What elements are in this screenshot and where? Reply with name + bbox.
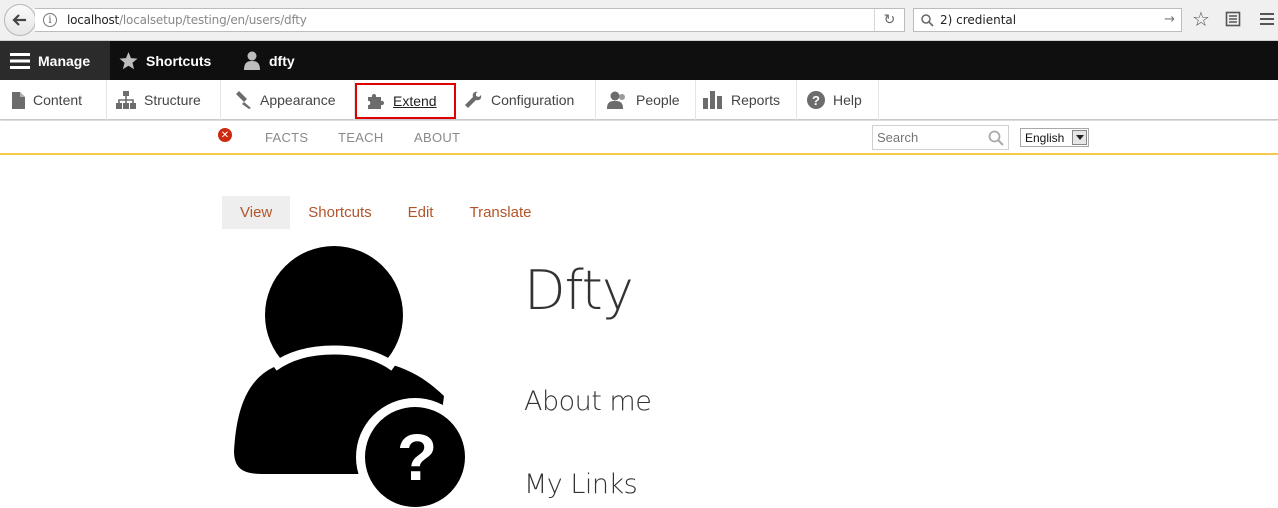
tab-shortcuts[interactable]: Shortcuts — [308, 196, 371, 229]
tray-label-reports: Reports — [731, 92, 781, 108]
star-icon — [119, 51, 138, 70]
back-button[interactable] — [4, 4, 36, 36]
sitemap-icon — [116, 91, 136, 109]
admin-toolbar: Manage Shortcuts dfty — [0, 41, 1278, 80]
nav-link-facts[interactable]: FACTS — [265, 130, 308, 145]
tray-label-help: Help — [833, 92, 862, 108]
site-header: ✕ FACTS TEACH ABOUT English — [0, 121, 1278, 155]
search-icon — [921, 13, 934, 27]
user-tab[interactable]: dfty — [243, 41, 295, 80]
user-tabs: View Shortcuts Edit Translate — [222, 196, 531, 229]
user-icon — [243, 51, 261, 70]
wrench-icon — [464, 91, 483, 109]
svg-text:?: ? — [812, 93, 820, 108]
browser-search-box[interactable]: 2) crediental → — [913, 8, 1182, 32]
tray-label-content: Content — [33, 92, 83, 108]
tray-item-help[interactable]: ? Help — [797, 80, 879, 120]
bar-chart-icon — [703, 91, 723, 109]
file-icon — [11, 91, 25, 109]
language-value: English — [1025, 130, 1065, 145]
manage-label: Manage — [38, 52, 91, 69]
puzzle-icon — [366, 92, 385, 110]
tab-translate[interactable]: Translate — [469, 196, 531, 229]
shortcuts-label: Shortcuts — [146, 52, 212, 69]
url-host: localhost — [67, 13, 120, 27]
site-search-input[interactable] — [873, 126, 983, 149]
tray-item-reports[interactable]: Reports — [696, 80, 797, 120]
reading-list-icon[interactable] — [1225, 11, 1241, 27]
browser-search-value: 2) crediental — [940, 13, 1017, 27]
language-select[interactable]: English — [1020, 128, 1089, 147]
user-label: dfty — [269, 52, 295, 69]
url-text: localhost/localsetup/testing/en/users/df… — [67, 13, 307, 27]
url-path: /localsetup/testing/en/users/dfty — [119, 13, 307, 27]
go-arrow-icon[interactable]: → — [1164, 12, 1175, 27]
tray-item-appearance[interactable]: Appearance — [221, 80, 355, 120]
people-icon — [607, 91, 628, 109]
tray-item-configuration[interactable]: Configuration — [456, 80, 596, 120]
address-bar[interactable]: i localhost/localsetup/testing/en/users/… — [35, 8, 905, 32]
tray-label-configuration: Configuration — [491, 92, 575, 108]
tray-label-extend: Extend — [393, 93, 437, 109]
bookmark-star-icon[interactable]: ☆ — [1192, 9, 1210, 29]
admin-tray: Content Structure Appearance Extend Conf… — [0, 80, 1278, 120]
about-me-heading: About me — [524, 386, 652, 417]
browser-menu-icon[interactable] — [1259, 11, 1275, 27]
tray-item-structure[interactable]: Structure — [107, 80, 221, 120]
nav-link-about[interactable]: ABOUT — [414, 130, 460, 145]
tray-item-people[interactable]: People — [596, 80, 696, 120]
close-icon[interactable]: ✕ — [218, 128, 232, 142]
tray-item-extend[interactable]: Extend — [355, 83, 456, 119]
info-icon[interactable]: i — [43, 13, 57, 27]
reload-icon[interactable]: ↻ — [874, 9, 904, 31]
back-arrow-icon — [12, 14, 26, 26]
search-icon[interactable] — [988, 130, 1004, 146]
shortcuts-tab[interactable]: Shortcuts — [119, 41, 211, 80]
tab-edit[interactable]: Edit — [408, 196, 434, 229]
help-icon: ? — [807, 91, 825, 109]
tray-label-appearance: Appearance — [260, 92, 336, 108]
svg-text:?: ? — [397, 420, 437, 494]
default-avatar-icon: ? — [234, 246, 466, 508]
brush-icon — [233, 91, 252, 109]
tray-label-people: People — [636, 92, 680, 108]
tray-label-structure: Structure — [144, 92, 201, 108]
tray-item-content[interactable]: Content — [0, 80, 107, 120]
browser-toolbar: i localhost/localsetup/testing/en/users/… — [0, 0, 1278, 41]
hamburger-icon — [10, 52, 30, 70]
my-links-heading: My Links — [524, 469, 638, 500]
tab-view[interactable]: View — [222, 196, 291, 229]
chevron-down-icon[interactable] — [1072, 130, 1087, 145]
user-name-heading: Dfty — [524, 259, 634, 322]
manage-tab[interactable]: Manage — [0, 41, 110, 80]
site-search — [872, 125, 1009, 150]
nav-link-teach[interactable]: TEACH — [338, 130, 384, 145]
